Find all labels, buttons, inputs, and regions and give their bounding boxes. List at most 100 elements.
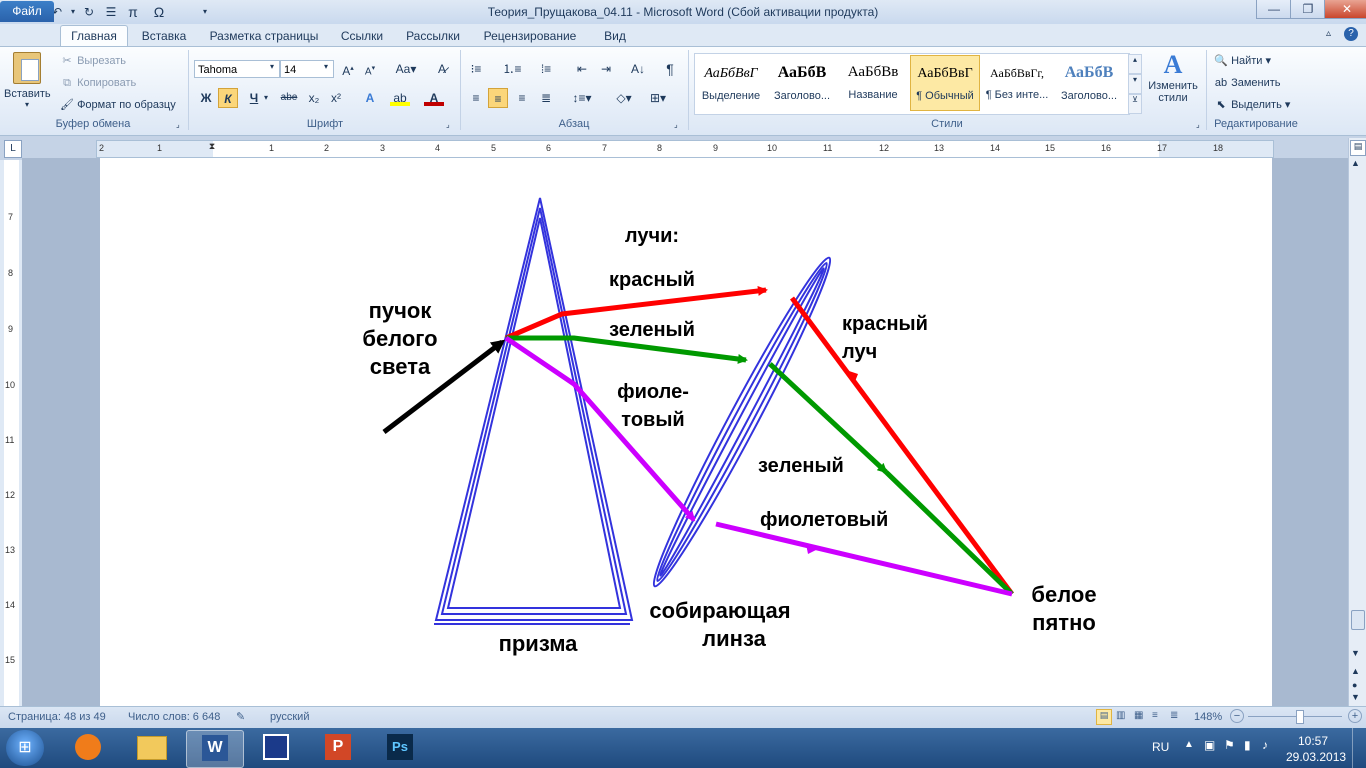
style-emphasis[interactable]: АаБбВвГ Выделение: [696, 55, 766, 111]
scroll-down-icon[interactable]: ▼: [1351, 648, 1360, 658]
shrink-font-icon[interactable]: A▾: [360, 59, 380, 79]
print-layout-icon[interactable]: ▤: [1096, 709, 1112, 725]
save-app-icon[interactable]: [248, 730, 304, 766]
input-language[interactable]: RU: [1152, 740, 1169, 754]
chevron-down-icon[interactable]: ▾: [264, 93, 268, 102]
borders-icon[interactable]: ⊞▾: [644, 88, 672, 108]
bold-button[interactable]: Ж: [196, 88, 216, 108]
paste-button[interactable]: Вставить ▾: [4, 50, 51, 116]
text-effects-icon[interactable]: A: [360, 88, 380, 108]
copy-button[interactable]: ⧉ Копировать: [60, 76, 136, 90]
underline-button[interactable]: Ч: [244, 88, 264, 108]
bullets-icon[interactable]: ⁝≡: [466, 59, 486, 79]
superscript-button[interactable]: x²: [326, 88, 346, 108]
zoom-level[interactable]: 148%: [1194, 711, 1222, 723]
clear-format-icon[interactable]: A̷: [432, 59, 452, 79]
proofing-icon[interactable]: ✎: [236, 710, 245, 723]
maximize-button[interactable]: ❐: [1290, 0, 1326, 19]
start-button[interactable]: ⊞: [6, 730, 44, 766]
italic-button[interactable]: К: [218, 88, 238, 108]
tab-selector-icon[interactable]: L: [4, 140, 22, 158]
numbering-icon[interactable]: ⒈≡: [502, 59, 522, 79]
tab-view[interactable]: Вид: [596, 26, 634, 46]
strikethrough-button[interactable]: abe: [276, 88, 302, 108]
tray-flag-icon[interactable]: ⚑: [1224, 738, 1235, 752]
cut-button[interactable]: ✂ Вырезать: [60, 54, 126, 68]
tray-expand-icon[interactable]: ▲: [1184, 739, 1194, 750]
scroll-thumb[interactable]: [1351, 610, 1365, 630]
styles-scroll-down-icon[interactable]: ▾: [1128, 74, 1142, 94]
line-spacing-icon[interactable]: ↕≡▾: [568, 88, 596, 108]
clock-date[interactable]: 29.03.2013: [1286, 750, 1346, 764]
increase-indent-icon[interactable]: ⇥: [596, 59, 616, 79]
chevron-down-icon[interactable]: ▾: [324, 62, 328, 71]
dialog-launcher-icon[interactable]: ⌟: [1196, 120, 1200, 129]
ruler-toggle-icon[interactable]: ▤: [1350, 140, 1366, 156]
select-button[interactable]: ⬉ Выделить ▾: [1214, 98, 1290, 112]
language[interactable]: русский: [270, 711, 309, 723]
style-title[interactable]: АаБбВв Название: [838, 55, 908, 111]
show-marks-button[interactable]: ¶: [660, 59, 680, 79]
tray-volume-icon[interactable]: ♪: [1262, 738, 1268, 752]
scroll-up-icon[interactable]: ▲: [1351, 158, 1360, 168]
help-icon[interactable]: ?: [1344, 27, 1358, 41]
next-page-icon[interactable]: ▼: [1351, 692, 1360, 702]
vertical-scrollbar[interactable]: ▤ ▲ ▼ ▲ ● ▼: [1348, 138, 1366, 706]
font-name-select[interactable]: Tahoma: [194, 60, 280, 78]
align-right-icon[interactable]: ≡: [512, 88, 532, 108]
media-player-icon[interactable]: [60, 730, 116, 766]
close-button[interactable]: ✕: [1324, 0, 1366, 19]
find-button[interactable]: 🔍 Найти ▾: [1214, 54, 1271, 68]
sort-icon[interactable]: A↓: [628, 59, 648, 79]
tray-network-icon[interactable]: ▮: [1244, 738, 1251, 752]
tab-home[interactable]: Главная: [60, 25, 128, 46]
align-center-icon[interactable]: ≡: [488, 88, 508, 108]
multilevel-list-icon[interactable]: ⁞≡: [536, 59, 556, 79]
horizontal-ruler[interactable]: ⧗ 2 1 1 2 3 4 5 6 7 8 9 10 11 12 13 14 1…: [96, 140, 1274, 158]
vertical-ruler[interactable]: 7 8 9 10 11 12 13 14 15: [0, 160, 22, 706]
style-heading1[interactable]: АаБбВ Заголово...: [767, 55, 837, 111]
word-count[interactable]: Число слов: 6 648: [128, 711, 220, 723]
style-heading2[interactable]: АаБбВ Заголово...: [1054, 55, 1124, 111]
align-left-icon[interactable]: ≡: [466, 88, 486, 108]
replace-button[interactable]: ab Заменить: [1214, 76, 1281, 90]
tab-mailings[interactable]: Рассылки: [400, 26, 466, 46]
format-painter-button[interactable]: 🖌 Формат по образцу: [60, 98, 176, 112]
font-color-icon[interactable]: A: [424, 88, 444, 106]
grow-font-icon[interactable]: A▴: [338, 59, 358, 79]
show-desktop-button[interactable]: [1352, 728, 1366, 768]
web-layout-icon[interactable]: ▦: [1134, 710, 1143, 721]
chevron-down-icon[interactable]: ▾: [270, 62, 274, 71]
styles-more-icon[interactable]: ⊻: [1128, 94, 1142, 114]
tab-insert[interactable]: Вставка: [136, 26, 192, 46]
change-styles-button[interactable]: A Изменить стили: [1144, 50, 1202, 118]
tab-file[interactable]: Файл: [0, 1, 54, 22]
tray-device-icon[interactable]: ▣: [1204, 738, 1215, 752]
style-normal[interactable]: АаБбВвГ ¶ Обычный: [910, 55, 980, 111]
minimize-ribbon-icon[interactable]: ▵: [1326, 28, 1331, 39]
powerpoint-icon[interactable]: P: [310, 730, 366, 766]
dialog-launcher-icon[interactable]: ⌟: [176, 120, 180, 129]
reading-view-icon[interactable]: ▥: [1116, 710, 1125, 721]
document-page[interactable]: пучок белого света лучи: красный зеленый…: [100, 158, 1272, 706]
photoshop-icon[interactable]: Ps: [372, 730, 428, 766]
zoom-in-icon[interactable]: +: [1348, 709, 1362, 723]
draft-icon[interactable]: ≣: [1170, 710, 1178, 721]
justify-icon[interactable]: ≣: [536, 88, 556, 108]
dialog-launcher-icon[interactable]: ⌟: [674, 120, 678, 129]
browse-object-icon[interactable]: ●: [1352, 680, 1357, 690]
explorer-icon[interactable]: [124, 730, 180, 766]
zoom-out-icon[interactable]: −: [1230, 709, 1244, 723]
change-case-icon[interactable]: Aa▾: [392, 59, 420, 79]
style-no-spacing[interactable]: АаБбВвГг, ¶ Без инте...: [982, 55, 1052, 111]
zoom-slider-thumb[interactable]: [1296, 710, 1304, 724]
shading-icon[interactable]: ◇▾: [610, 88, 638, 108]
prev-page-icon[interactable]: ▲: [1351, 666, 1360, 676]
clock-time[interactable]: 10:57: [1298, 734, 1328, 748]
highlight-icon[interactable]: ab: [390, 88, 410, 106]
subscript-button[interactable]: x₂: [304, 88, 324, 108]
minimize-button[interactable]: —: [1256, 0, 1292, 19]
page-count[interactable]: Страница: 48 из 49: [8, 711, 106, 723]
dialog-launcher-icon[interactable]: ⌟: [446, 120, 450, 129]
decrease-indent-icon[interactable]: ⇤: [572, 59, 592, 79]
